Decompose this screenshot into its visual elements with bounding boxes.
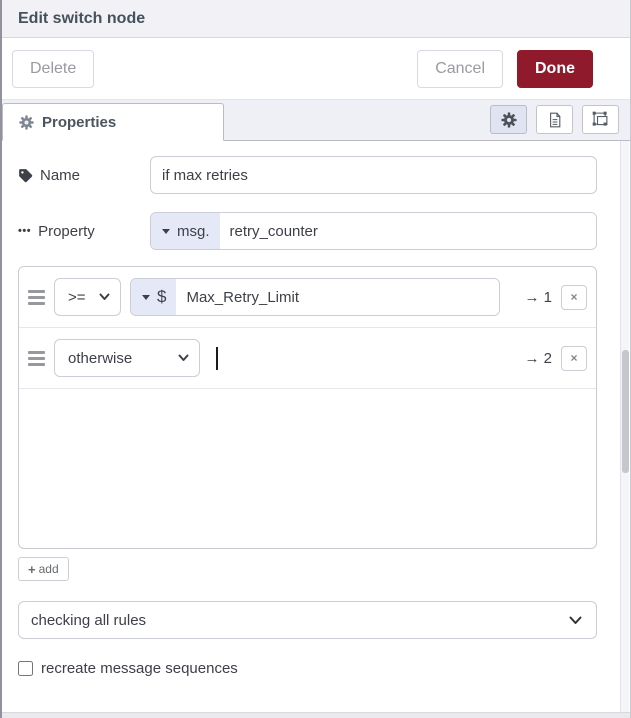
gear-icon <box>500 111 517 128</box>
scrollbar[interactable] <box>620 141 629 712</box>
rule-1-operator-value: >= <box>68 288 86 306</box>
rule-1-output-label: → 1 <box>509 289 552 306</box>
property-row: ••• Property msg. <box>18 212 597 250</box>
rule-1-value-input[interactable] <box>176 279 499 315</box>
text-cursor <box>216 346 218 370</box>
chevron-down-icon <box>99 293 110 301</box>
rules-container: >= $ → 1 × otherwise <box>18 266 597 549</box>
dialog-button-bar: Delete Cancel Done <box>2 38 630 100</box>
name-row: Name <box>18 156 597 194</box>
cancel-button[interactable]: Cancel <box>417 49 503 88</box>
tab-properties-label: Properties <box>42 113 117 131</box>
chevron-down-icon <box>178 354 189 362</box>
rule-row-1: >= $ → 1 × <box>19 267 596 328</box>
rule-1-output-number: 1 <box>543 288 552 306</box>
rule-2-remove-button[interactable]: × <box>561 345 587 371</box>
recreate-sequences-label: recreate message sequences <box>41 660 238 677</box>
plus-icon: + <box>28 561 36 577</box>
rule-mode-value: checking all rules <box>31 611 147 629</box>
appearance-icon <box>592 111 609 128</box>
arrow-right-icon: → <box>524 349 540 367</box>
tab-properties[interactable]: Properties <box>2 103 224 141</box>
rule-1-remove-button[interactable]: × <box>561 284 587 310</box>
edit-switch-node-dialog: Edit switch node Delete Cancel Done Prop… <box>0 0 631 718</box>
tab-bar: Properties <box>2 100 630 141</box>
caret-down-icon <box>162 228 170 234</box>
add-rule-label: add <box>38 562 59 576</box>
name-input[interactable] <box>150 156 597 194</box>
scrollbar-thumb[interactable] <box>622 350 629 473</box>
rule-1-typed-input: $ <box>130 278 500 316</box>
recreate-sequences-row: recreate message sequences <box>18 660 597 677</box>
rule-1-type-button[interactable]: $ <box>131 279 177 315</box>
node-properties-button[interactable] <box>490 105 527 134</box>
properties-form: Name ••• Property msg. >= <box>2 141 630 677</box>
ellipsis-icon: ••• <box>18 225 32 237</box>
tag-icon <box>18 168 33 183</box>
rule-mode-select[interactable]: checking all rules <box>18 601 597 639</box>
delete-button[interactable]: Delete <box>12 49 95 88</box>
rule-2-operator-value: otherwise <box>68 349 133 367</box>
recreate-sequences-checkbox[interactable] <box>18 661 33 676</box>
property-type-button[interactable]: msg. <box>151 213 220 249</box>
node-appearance-button[interactable] <box>582 105 619 134</box>
property-type-label: msg. <box>177 222 210 240</box>
name-label-text: Name <box>40 166 81 184</box>
rule-2-output-label: → 2 <box>509 350 552 367</box>
property-label-text: Property <box>38 222 95 240</box>
dialog-bottom-edge <box>2 712 630 718</box>
drag-handle-icon[interactable] <box>28 289 45 305</box>
drag-handle-icon[interactable] <box>28 350 45 366</box>
dialog-title-bar: Edit switch node <box>2 0 630 38</box>
property-typed-input: msg. <box>150 212 597 250</box>
rule-2-operator-select[interactable]: otherwise <box>54 339 200 377</box>
name-label: Name <box>18 167 150 184</box>
gear-icon <box>19 114 34 130</box>
add-rule-button[interactable]: + add <box>18 557 69 581</box>
rule-1-operator-select[interactable]: >= <box>54 278 121 316</box>
property-label: ••• Property <box>18 223 150 240</box>
chevron-down-icon <box>569 616 582 625</box>
done-button[interactable]: Done <box>517 49 593 88</box>
arrow-right-icon: → <box>524 288 540 306</box>
node-description-button[interactable] <box>536 105 573 134</box>
tab-icon-buttons <box>490 105 619 134</box>
document-icon <box>547 112 563 128</box>
property-input[interactable] <box>219 213 596 249</box>
rule-2-output-number: 2 <box>543 349 552 367</box>
rule-row-2: otherwise → 2 × <box>19 328 596 389</box>
caret-down-icon <box>142 294 150 300</box>
dialog-title: Edit switch node <box>18 9 146 27</box>
expression-type-label: $ <box>157 287 167 306</box>
